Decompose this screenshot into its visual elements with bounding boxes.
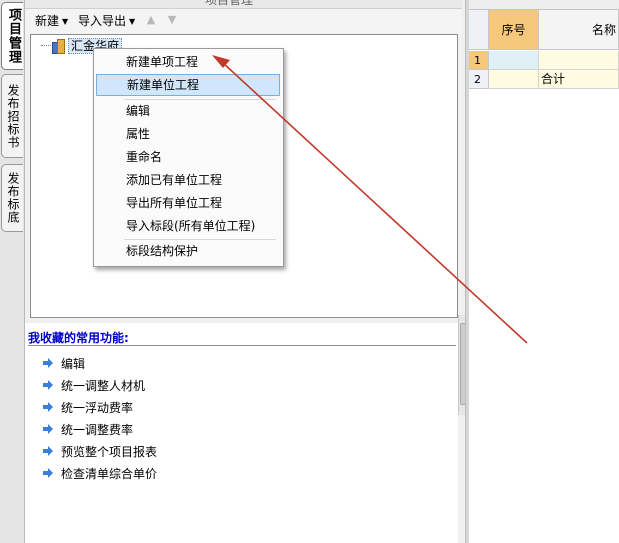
- chevron-down-icon: ▼: [62, 17, 69, 26]
- row-header[interactable]: 2: [469, 70, 489, 89]
- tree-connector: [41, 45, 51, 46]
- tab-publish-base-price[interactable]: 发布标底: [1, 164, 23, 232]
- favorite-label: 检查清单综合单价: [61, 466, 158, 481]
- tab-publish-tender[interactable]: 发布招标书: [1, 74, 23, 158]
- menu-item-edit[interactable]: 编辑: [96, 100, 280, 122]
- cell-seq[interactable]: [489, 70, 539, 89]
- context-menu: 新建单项工程 新建单位工程 编辑 属性 重命名 添加已有单位工程 导出所有单位工…: [93, 48, 284, 267]
- favorite-item-edit[interactable]: 编辑: [43, 354, 85, 372]
- cell-name[interactable]: 合计: [539, 70, 619, 89]
- arrow-right-icon: [43, 468, 53, 478]
- arrow-down-icon[interactable]: ▼: [166, 14, 178, 26]
- favorite-item-float-rate[interactable]: 统一浮动费率: [43, 398, 133, 416]
- menu-item-section-protection[interactable]: 标段结构保护: [96, 240, 280, 262]
- favorite-label: 统一调整人材机: [61, 378, 146, 393]
- tab-project-management[interactable]: 项目管理: [1, 2, 23, 70]
- arrow-right-icon: [43, 358, 53, 368]
- favorite-label: 预览整个项目报表: [61, 444, 158, 459]
- favorite-label: 统一浮动费率: [61, 400, 134, 415]
- menu-item-new-unit-project[interactable]: 新建单位工程: [96, 74, 280, 96]
- arrow-right-icon: [43, 424, 53, 434]
- import-export-label: 导入导出: [78, 14, 127, 28]
- menu-item-properties[interactable]: 属性: [96, 123, 280, 145]
- side-tab-strip: 项目管理 发布招标书 发布标底: [0, 0, 25, 543]
- favorite-item-adjust-materials[interactable]: 统一调整人材机: [43, 376, 145, 394]
- arrow-right-icon: [43, 402, 53, 412]
- divider: [28, 345, 456, 346]
- menu-item-rename[interactable]: 重命名: [96, 146, 280, 168]
- column-header-seq[interactable]: 序号: [489, 10, 539, 50]
- cell-name[interactable]: [539, 51, 619, 70]
- favorite-label: 编辑: [61, 356, 86, 371]
- favorite-item-check-unit-price[interactable]: 检查清单综合单价: [43, 464, 157, 482]
- new-label: 新建: [35, 14, 60, 28]
- menu-item-export-all-units[interactable]: 导出所有单位工程: [96, 192, 280, 214]
- project-toolbar: 新建 ▼ 导入导出 ▼ ▲ ▼: [25, 9, 462, 34]
- building-icon: [51, 39, 65, 54]
- favorite-label: 统一调整费率: [61, 422, 134, 437]
- menu-item-import-section[interactable]: 导入标段(所有单位工程): [96, 215, 280, 237]
- arrow-right-icon: [43, 380, 53, 390]
- arrow-right-icon: [43, 446, 53, 456]
- favorites-panel: 我收藏的常用功能: 编辑 统一调整人材机 统一浮动费率 统一调整费率 预览整个项…: [25, 323, 458, 543]
- favorite-item-adjust-rate[interactable]: 统一调整费率: [43, 420, 133, 438]
- chevron-down-icon: ▼: [129, 17, 136, 26]
- cell-seq[interactable]: [489, 51, 539, 70]
- grid-corner: [469, 10, 489, 50]
- column-header-name[interactable]: 名称: [539, 10, 619, 50]
- new-dropdown-button[interactable]: 新建 ▼: [35, 13, 68, 30]
- summary-grid: 序号 名称 1 2 合计: [469, 0, 619, 543]
- arrow-up-icon[interactable]: ▲: [145, 14, 157, 26]
- row-header[interactable]: 1: [469, 51, 489, 70]
- panel-caption-bar: 项目管理: [25, 0, 462, 9]
- import-export-dropdown-button[interactable]: 导入导出 ▼: [78, 13, 135, 30]
- menu-item-add-existing-unit[interactable]: 添加已有单位工程: [96, 169, 280, 191]
- menu-item-new-single-project[interactable]: 新建单项工程: [96, 51, 280, 73]
- grid-caption-bar: [469, 0, 619, 10]
- favorites-title: 我收藏的常用功能:: [28, 331, 129, 345]
- favorite-item-preview-report[interactable]: 预览整个项目报表: [43, 442, 157, 460]
- panel-caption: 项目管理: [205, 0, 254, 7]
